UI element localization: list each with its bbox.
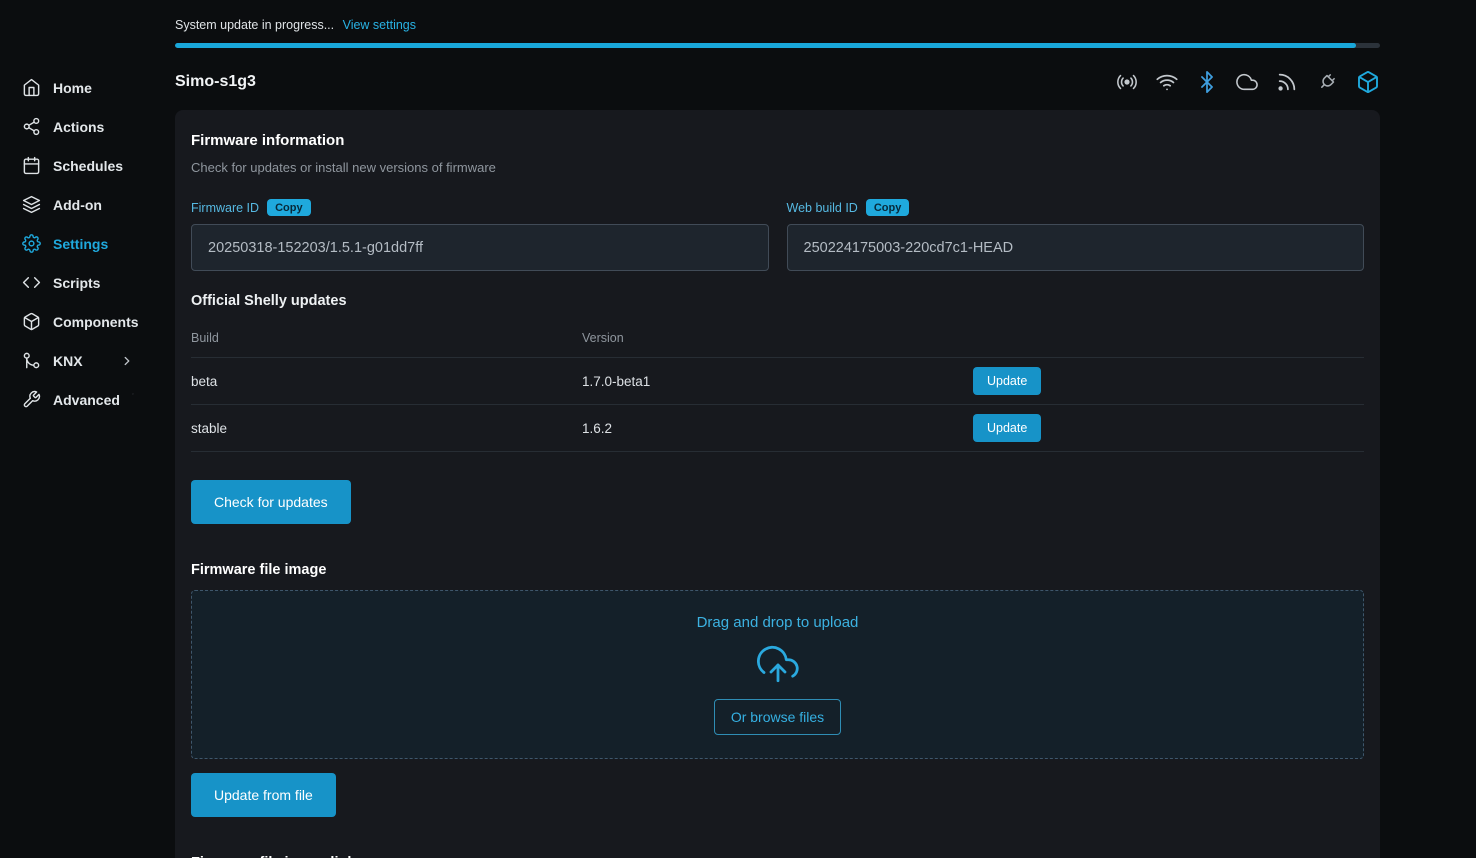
sidebar-item-components[interactable]: Components xyxy=(0,302,160,341)
update-notification: System update in progress... View settin… xyxy=(175,18,1380,48)
main-content: System update in progress... View settin… xyxy=(160,0,1476,858)
check-for-updates-button[interactable]: Check for updates xyxy=(191,480,351,524)
status-icons xyxy=(1116,70,1380,94)
official-updates-title: Official Shelly updates xyxy=(191,293,1364,309)
firmware-id-field-group: Firmware ID Copy 20250318-152203/1.5.1-g… xyxy=(191,199,769,271)
sidebar-item-label: Components xyxy=(53,314,139,330)
device-cube-icon[interactable] xyxy=(1356,70,1380,94)
web-build-id-label: Web build ID xyxy=(787,201,858,215)
firmware-id-label: Firmware ID xyxy=(191,201,259,215)
firmware-id-copy-button[interactable]: Copy xyxy=(267,199,311,216)
sidebar: Home Actions Schedules Add-on Settings S… xyxy=(0,0,160,858)
bluetooth-icon[interactable] xyxy=(1196,71,1218,93)
wifi-icon[interactable] xyxy=(1156,71,1178,93)
chevron-right-icon xyxy=(120,354,134,368)
updates-table-header: Build Version xyxy=(191,321,1364,358)
sidebar-item-advanced[interactable]: Advanced xyxy=(0,380,160,419)
sidebar-item-knx[interactable]: KNX xyxy=(0,341,160,380)
web-build-id-input[interactable]: 250224175003-220cd7c1-HEAD xyxy=(787,224,1365,271)
sidebar-item-home[interactable]: Home xyxy=(0,68,160,107)
firmware-id-input[interactable]: 20250318-152203/1.5.1-g01dd7ff xyxy=(191,224,769,271)
table-row-stable: stable 1.6.2 Update xyxy=(191,405,1364,452)
update-beta-button[interactable]: Update xyxy=(973,367,1041,395)
firmware-information-subtitle: Check for updates or install new version… xyxy=(191,160,1364,175)
code-icon xyxy=(22,273,41,292)
debug-icon[interactable] xyxy=(1316,71,1338,93)
calendar-icon xyxy=(22,156,41,175)
web-build-id-field-group: Web build ID Copy 250224175003-220cd7c1-… xyxy=(787,199,1365,271)
firmware-file-image-title: Firmware file image xyxy=(191,562,1364,578)
build-cell: stable xyxy=(191,421,582,436)
version-cell: 1.6.2 xyxy=(582,421,973,436)
browse-files-button[interactable]: Or browse files xyxy=(714,699,841,735)
update-notification-text: System update in progress... xyxy=(175,18,334,32)
firmware-card: Firmware information Check for updates o… xyxy=(175,110,1380,858)
sidebar-item-label: Add-on xyxy=(53,197,102,213)
dropzone-text: Drag and drop to upload xyxy=(697,614,859,631)
layers-icon xyxy=(22,195,41,214)
table-row-beta: beta 1.7.0-beta1 Update xyxy=(191,358,1364,405)
sidebar-item-label: Home xyxy=(53,80,92,96)
gear-icon xyxy=(22,234,41,253)
sidebar-item-addon[interactable]: Add-on xyxy=(0,185,160,224)
access-point-icon[interactable] xyxy=(1116,71,1138,93)
build-cell: beta xyxy=(191,374,582,389)
tool-icon xyxy=(22,390,41,409)
updates-table-header-version: Version xyxy=(582,331,973,345)
sidebar-item-settings[interactable]: Settings xyxy=(0,224,160,263)
update-stable-button[interactable]: Update xyxy=(973,414,1041,442)
view-settings-link[interactable]: View settings xyxy=(343,18,416,32)
chevron-right-icon xyxy=(132,393,134,407)
mqtt-icon[interactable] xyxy=(1276,71,1298,93)
sidebar-item-label: Schedules xyxy=(53,158,123,174)
web-build-id-copy-button[interactable]: Copy xyxy=(866,199,910,216)
sidebar-item-label: Settings xyxy=(53,236,108,252)
sidebar-item-schedules[interactable]: Schedules xyxy=(0,146,160,185)
version-cell: 1.7.0-beta1 xyxy=(582,374,973,389)
upload-cloud-icon xyxy=(757,644,799,686)
sidebar-item-label: Scripts xyxy=(53,275,100,291)
update-from-file-button[interactable]: Update from file xyxy=(191,773,336,817)
actions-icon xyxy=(22,117,41,136)
home-icon xyxy=(22,78,41,97)
firmware-information-title: Firmware information xyxy=(191,132,1364,149)
box-icon xyxy=(22,312,41,331)
sidebar-item-label: Actions xyxy=(53,119,104,135)
updates-table-header-build: Build xyxy=(191,331,582,345)
firmware-file-dropzone[interactable]: Drag and drop to upload Or browse files xyxy=(191,590,1364,759)
sidebar-item-label: Advanced xyxy=(53,392,120,408)
page-header: Simo-s1g3 xyxy=(175,48,1380,110)
sidebar-item-label: KNX xyxy=(53,353,83,369)
sidebar-item-scripts[interactable]: Scripts xyxy=(0,263,160,302)
sidebar-item-actions[interactable]: Actions xyxy=(0,107,160,146)
device-name: Simo-s1g3 xyxy=(175,73,256,91)
firmware-id-fields: Firmware ID Copy 20250318-152203/1.5.1-g… xyxy=(191,199,1364,271)
knx-icon xyxy=(22,351,41,370)
firmware-id-label-row: Firmware ID Copy xyxy=(191,199,769,216)
web-build-id-label-row: Web build ID Copy xyxy=(787,199,1365,216)
cloud-icon[interactable] xyxy=(1236,71,1258,93)
